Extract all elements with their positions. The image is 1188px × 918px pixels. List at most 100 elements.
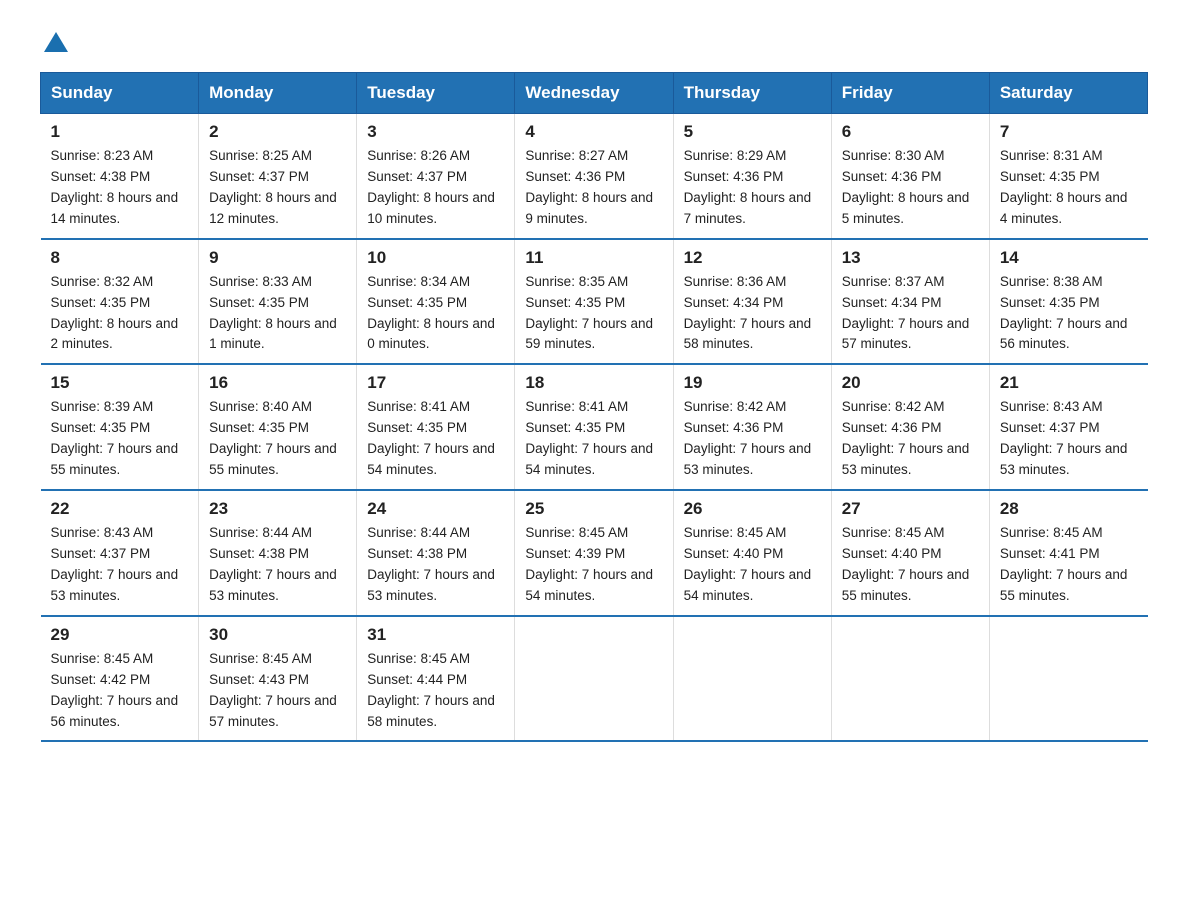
calendar-cell: 5 Sunrise: 8:29 AMSunset: 4:36 PMDayligh… [673,114,831,239]
calendar-week-row: 1 Sunrise: 8:23 AMSunset: 4:38 PMDayligh… [41,114,1148,239]
day-number: 23 [209,499,346,519]
day-info: Sunrise: 8:25 AMSunset: 4:37 PMDaylight:… [209,148,337,226]
calendar-cell: 23 Sunrise: 8:44 AMSunset: 4:38 PMDaylig… [199,490,357,616]
day-info: Sunrise: 8:23 AMSunset: 4:38 PMDaylight:… [51,148,179,226]
day-number: 24 [367,499,504,519]
day-number: 1 [51,122,189,142]
day-info: Sunrise: 8:44 AMSunset: 4:38 PMDaylight:… [367,525,495,603]
day-info: Sunrise: 8:33 AMSunset: 4:35 PMDaylight:… [209,274,337,352]
day-info: Sunrise: 8:41 AMSunset: 4:35 PMDaylight:… [367,399,495,477]
column-header-monday: Monday [199,73,357,114]
logo [40,30,68,52]
calendar-cell [831,616,989,742]
column-header-friday: Friday [831,73,989,114]
day-number: 21 [1000,373,1138,393]
day-number: 4 [525,122,662,142]
calendar-cell: 10 Sunrise: 8:34 AMSunset: 4:35 PMDaylig… [357,239,515,365]
day-number: 5 [684,122,821,142]
day-info: Sunrise: 8:45 AMSunset: 4:39 PMDaylight:… [525,525,653,603]
calendar-header-row: SundayMondayTuesdayWednesdayThursdayFrid… [41,73,1148,114]
day-number: 2 [209,122,346,142]
day-info: Sunrise: 8:37 AMSunset: 4:34 PMDaylight:… [842,274,970,352]
calendar-cell: 9 Sunrise: 8:33 AMSunset: 4:35 PMDayligh… [199,239,357,365]
calendar-cell: 18 Sunrise: 8:41 AMSunset: 4:35 PMDaylig… [515,364,673,490]
day-info: Sunrise: 8:45 AMSunset: 4:43 PMDaylight:… [209,651,337,729]
day-info: Sunrise: 8:45 AMSunset: 4:44 PMDaylight:… [367,651,495,729]
day-info: Sunrise: 8:38 AMSunset: 4:35 PMDaylight:… [1000,274,1128,352]
column-header-sunday: Sunday [41,73,199,114]
day-number: 25 [525,499,662,519]
day-number: 30 [209,625,346,645]
column-header-tuesday: Tuesday [357,73,515,114]
column-header-saturday: Saturday [989,73,1147,114]
day-number: 22 [51,499,189,519]
calendar-cell: 19 Sunrise: 8:42 AMSunset: 4:36 PMDaylig… [673,364,831,490]
calendar-week-row: 8 Sunrise: 8:32 AMSunset: 4:35 PMDayligh… [41,239,1148,365]
day-info: Sunrise: 8:45 AMSunset: 4:40 PMDaylight:… [842,525,970,603]
page-header [40,30,1148,52]
day-info: Sunrise: 8:44 AMSunset: 4:38 PMDaylight:… [209,525,337,603]
calendar-cell: 2 Sunrise: 8:25 AMSunset: 4:37 PMDayligh… [199,114,357,239]
column-header-thursday: Thursday [673,73,831,114]
calendar-cell: 25 Sunrise: 8:45 AMSunset: 4:39 PMDaylig… [515,490,673,616]
calendar-cell: 28 Sunrise: 8:45 AMSunset: 4:41 PMDaylig… [989,490,1147,616]
calendar-cell: 16 Sunrise: 8:40 AMSunset: 4:35 PMDaylig… [199,364,357,490]
day-info: Sunrise: 8:40 AMSunset: 4:35 PMDaylight:… [209,399,337,477]
calendar-cell: 22 Sunrise: 8:43 AMSunset: 4:37 PMDaylig… [41,490,199,616]
day-number: 8 [51,248,189,268]
day-number: 29 [51,625,189,645]
calendar-cell: 15 Sunrise: 8:39 AMSunset: 4:35 PMDaylig… [41,364,199,490]
day-number: 15 [51,373,189,393]
day-info: Sunrise: 8:26 AMSunset: 4:37 PMDaylight:… [367,148,495,226]
calendar-cell: 13 Sunrise: 8:37 AMSunset: 4:34 PMDaylig… [831,239,989,365]
day-info: Sunrise: 8:27 AMSunset: 4:36 PMDaylight:… [525,148,653,226]
day-number: 31 [367,625,504,645]
calendar-cell: 26 Sunrise: 8:45 AMSunset: 4:40 PMDaylig… [673,490,831,616]
day-info: Sunrise: 8:45 AMSunset: 4:42 PMDaylight:… [51,651,179,729]
calendar-cell: 31 Sunrise: 8:45 AMSunset: 4:44 PMDaylig… [357,616,515,742]
day-info: Sunrise: 8:30 AMSunset: 4:36 PMDaylight:… [842,148,970,226]
calendar-cell: 20 Sunrise: 8:42 AMSunset: 4:36 PMDaylig… [831,364,989,490]
day-number: 10 [367,248,504,268]
calendar-cell: 29 Sunrise: 8:45 AMSunset: 4:42 PMDaylig… [41,616,199,742]
day-number: 6 [842,122,979,142]
logo-triangle-icon [44,32,68,52]
calendar-table: SundayMondayTuesdayWednesdayThursdayFrid… [40,72,1148,742]
calendar-cell: 1 Sunrise: 8:23 AMSunset: 4:38 PMDayligh… [41,114,199,239]
calendar-week-row: 29 Sunrise: 8:45 AMSunset: 4:42 PMDaylig… [41,616,1148,742]
calendar-cell: 7 Sunrise: 8:31 AMSunset: 4:35 PMDayligh… [989,114,1147,239]
calendar-cell [989,616,1147,742]
calendar-cell: 14 Sunrise: 8:38 AMSunset: 4:35 PMDaylig… [989,239,1147,365]
calendar-cell: 21 Sunrise: 8:43 AMSunset: 4:37 PMDaylig… [989,364,1147,490]
calendar-cell: 12 Sunrise: 8:36 AMSunset: 4:34 PMDaylig… [673,239,831,365]
calendar-cell: 4 Sunrise: 8:27 AMSunset: 4:36 PMDayligh… [515,114,673,239]
day-info: Sunrise: 8:42 AMSunset: 4:36 PMDaylight:… [842,399,970,477]
calendar-week-row: 15 Sunrise: 8:39 AMSunset: 4:35 PMDaylig… [41,364,1148,490]
day-info: Sunrise: 8:39 AMSunset: 4:35 PMDaylight:… [51,399,179,477]
day-number: 20 [842,373,979,393]
calendar-cell: 3 Sunrise: 8:26 AMSunset: 4:37 PMDayligh… [357,114,515,239]
day-number: 16 [209,373,346,393]
day-number: 14 [1000,248,1138,268]
day-info: Sunrise: 8:29 AMSunset: 4:36 PMDaylight:… [684,148,812,226]
day-info: Sunrise: 8:34 AMSunset: 4:35 PMDaylight:… [367,274,495,352]
day-number: 9 [209,248,346,268]
calendar-week-row: 22 Sunrise: 8:43 AMSunset: 4:37 PMDaylig… [41,490,1148,616]
day-number: 7 [1000,122,1138,142]
day-info: Sunrise: 8:45 AMSunset: 4:41 PMDaylight:… [1000,525,1128,603]
calendar-cell: 27 Sunrise: 8:45 AMSunset: 4:40 PMDaylig… [831,490,989,616]
calendar-cell: 8 Sunrise: 8:32 AMSunset: 4:35 PMDayligh… [41,239,199,365]
calendar-cell: 6 Sunrise: 8:30 AMSunset: 4:36 PMDayligh… [831,114,989,239]
calendar-cell: 30 Sunrise: 8:45 AMSunset: 4:43 PMDaylig… [199,616,357,742]
day-number: 17 [367,373,504,393]
day-info: Sunrise: 8:35 AMSunset: 4:35 PMDaylight:… [525,274,653,352]
day-number: 26 [684,499,821,519]
calendar-cell [673,616,831,742]
day-info: Sunrise: 8:43 AMSunset: 4:37 PMDaylight:… [1000,399,1128,477]
day-number: 19 [684,373,821,393]
day-number: 11 [525,248,662,268]
day-info: Sunrise: 8:43 AMSunset: 4:37 PMDaylight:… [51,525,179,603]
day-info: Sunrise: 8:42 AMSunset: 4:36 PMDaylight:… [684,399,812,477]
day-number: 18 [525,373,662,393]
day-info: Sunrise: 8:31 AMSunset: 4:35 PMDaylight:… [1000,148,1128,226]
